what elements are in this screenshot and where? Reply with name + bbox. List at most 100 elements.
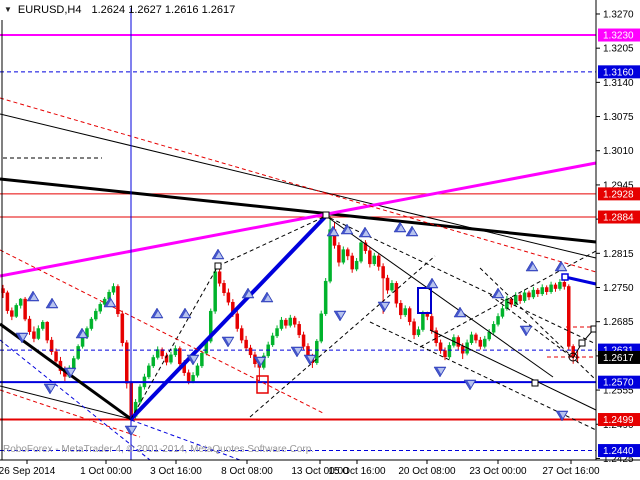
candle	[382, 266, 385, 278]
candle	[492, 324, 495, 332]
candle	[329, 230, 332, 282]
candle	[81, 337, 84, 346]
candle	[139, 387, 142, 402]
candle	[46, 322, 49, 340]
candle	[72, 359, 75, 368]
candle	[41, 322, 44, 328]
candle	[214, 272, 217, 311]
time-label: 27 Oct 16:00	[542, 466, 600, 477]
candle	[567, 286, 570, 346]
candle	[373, 256, 376, 264]
candle	[505, 299, 508, 308]
candle	[368, 251, 371, 264]
price-label: 1.2815	[603, 249, 634, 260]
candle	[293, 318, 296, 324]
candle	[550, 285, 553, 292]
candle	[563, 282, 566, 286]
candle	[324, 281, 327, 314]
candle	[448, 345, 451, 357]
candle	[236, 314, 239, 329]
handle-square[interactable]	[323, 212, 329, 218]
watermark: RoboForex - MetaTrader 4, © 2001-2014, M…	[3, 444, 314, 455]
candle	[470, 335, 473, 343]
candle	[90, 319, 93, 328]
price-label: 1.3010	[603, 146, 634, 157]
candle	[223, 283, 226, 292]
candle	[298, 324, 301, 335]
time-label: 15 Oct 16:00	[328, 466, 386, 477]
chart-canvas[interactable]: 1.32701.32051.31401.30751.30101.29451.28…	[0, 0, 640, 480]
candle	[541, 288, 544, 294]
time-label: 3 Oct 16:00	[150, 466, 202, 477]
candle	[169, 355, 172, 362]
candle	[28, 319, 31, 332]
candle	[121, 314, 124, 343]
candle	[245, 340, 248, 348]
candle	[10, 311, 13, 317]
candle	[519, 295, 522, 300]
candle	[19, 299, 22, 305]
price-label-highlighted: 1.2499	[603, 415, 634, 426]
candle	[112, 286, 115, 292]
price-label: 1.3140	[603, 78, 634, 89]
handle-square-blue[interactable]	[562, 274, 568, 280]
price-label-highlighted: 1.2440	[603, 446, 634, 457]
candle	[439, 343, 442, 351]
candle	[355, 261, 358, 269]
candle	[430, 316, 433, 330]
candle	[152, 357, 155, 365]
candle	[558, 282, 561, 288]
candle	[417, 330, 420, 335]
price-label: 1.3075	[603, 112, 634, 123]
candle	[280, 320, 283, 328]
candle	[103, 299, 106, 304]
candle	[24, 299, 27, 319]
candle	[342, 250, 345, 263]
candle	[337, 245, 340, 262]
time-label: 20 Oct 08:00	[398, 466, 456, 477]
price-label-highlighted: 1.3230	[603, 31, 634, 42]
price-label: 1.3205	[603, 44, 634, 55]
candle	[227, 293, 230, 302]
candle	[284, 320, 287, 325]
price-label-highlighted: 1.3160	[603, 67, 634, 78]
candle	[196, 366, 199, 375]
candle	[174, 349, 177, 355]
candle	[488, 332, 491, 339]
candle	[421, 314, 424, 330]
handle-square[interactable]	[215, 263, 221, 269]
candle	[156, 350, 159, 358]
candle	[249, 348, 252, 355]
time-label: 8 Oct 08:00	[221, 466, 273, 477]
candle	[346, 250, 349, 256]
candle	[94, 311, 97, 319]
time-label: 1 Oct 00:00	[80, 466, 132, 477]
price-label-highlighted: 1.2570	[603, 378, 634, 389]
candle	[426, 314, 429, 317]
candle	[125, 343, 128, 384]
handle-square[interactable]	[579, 340, 585, 346]
candle	[479, 340, 482, 346]
candle	[147, 366, 150, 377]
candle	[501, 309, 504, 317]
price-label: 1.2750	[603, 283, 634, 294]
candle	[178, 349, 181, 364]
price-label-highlighted: 1.2884	[603, 213, 634, 224]
price-label: 1.3270	[603, 9, 634, 20]
price-label: 1.2685	[603, 317, 634, 328]
handle-square[interactable]	[532, 380, 538, 386]
price-label-highlighted: 1.2617	[603, 353, 634, 364]
candle	[37, 329, 40, 339]
chevron-down-icon[interactable]: ▼	[4, 5, 12, 14]
candle	[192, 375, 195, 381]
chart-background[interactable]	[0, 0, 640, 480]
candle	[320, 314, 323, 341]
candle	[444, 351, 447, 357]
candle	[360, 243, 363, 261]
candle	[497, 316, 500, 324]
candle	[200, 353, 203, 366]
candle	[523, 293, 526, 301]
candle	[15, 305, 18, 316]
candle	[289, 318, 292, 325]
candle	[390, 283, 393, 290]
